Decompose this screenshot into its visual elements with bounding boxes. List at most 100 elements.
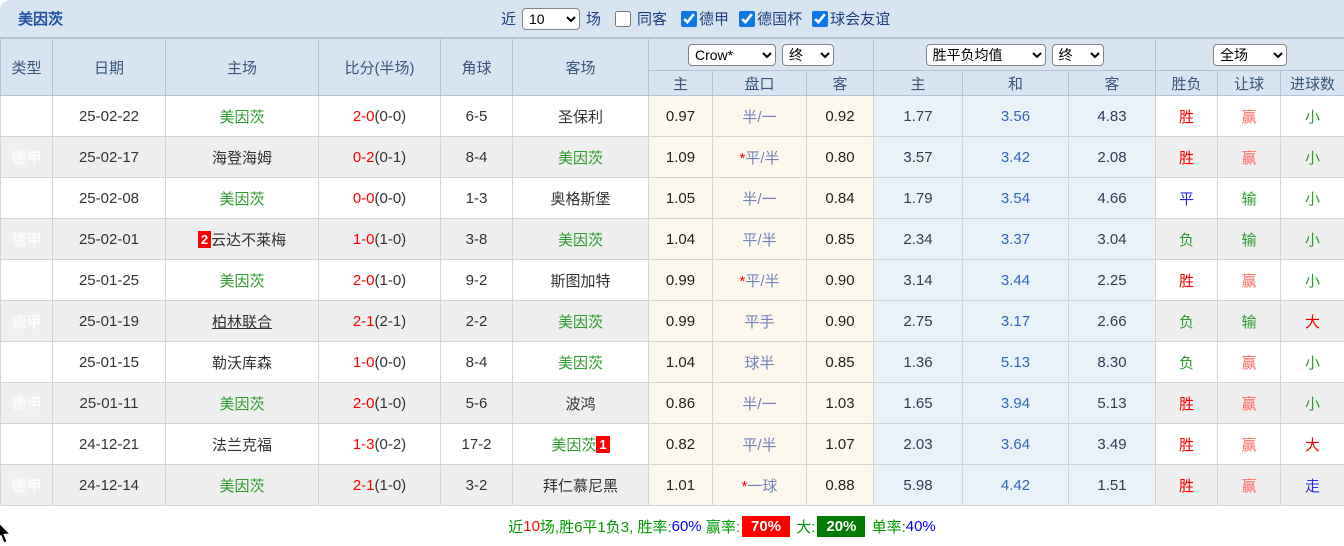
mouse-cursor-icon: [0, 523, 12, 544]
avg-home-cell: 2.03: [873, 423, 963, 465]
league-type-cell: 德甲: [0, 341, 53, 383]
home-team-link[interactable]: 美因茨: [219, 109, 264, 126]
bookmaker-stage-select[interactable]: 终: [782, 43, 834, 66]
handicap-cell: 半/一: [712, 95, 807, 137]
fulltime-score: 2-1: [352, 476, 375, 494]
away-team-link[interactable]: 斯图加特: [550, 273, 610, 290]
subcol-wdl: 胜负: [1155, 70, 1219, 96]
home-team-link[interactable]: 勒沃库森: [212, 355, 272, 372]
halftime-score: (2-1): [374, 312, 407, 330]
handicap-cell: 平手: [712, 300, 807, 342]
home-team-link[interactable]: 云达不莱梅: [211, 232, 286, 249]
score-cell: 0-2(0-1): [318, 136, 441, 178]
away-team-cell: 美因茨: [512, 218, 649, 260]
home-team-cell: 勒沃库森: [165, 341, 319, 383]
date-cell: 24-12-14: [52, 464, 166, 506]
away-team-link[interactable]: 美因茨: [558, 314, 603, 331]
subcol-goals: 进球数: [1280, 70, 1344, 96]
handicap-cell: 平/半: [712, 423, 807, 465]
away-team-link[interactable]: 美因茨: [551, 437, 596, 454]
same-away-label: 同客: [637, 11, 668, 28]
away-team-link[interactable]: 奥格斯堡: [550, 191, 610, 208]
avg-away-cell: 1.51: [1067, 464, 1157, 506]
result-handicap-cell: 赢: [1217, 259, 1282, 301]
league-type-cell: 德甲: [0, 300, 53, 342]
handicap-value: 平/半: [745, 149, 780, 167]
home-team-link[interactable]: 美因茨: [219, 273, 264, 290]
away-team-link[interactable]: 美因茨: [558, 355, 603, 372]
avg-stage-select[interactable]: 终: [1051, 43, 1104, 66]
away-odds-cell: 1.07: [806, 423, 874, 465]
filter-bar: 近 10 场 同客 德甲 德国杯 球会友谊: [497, 0, 890, 37]
league-checkbox-0[interactable]: [681, 10, 698, 27]
league-type-cell: 德甲: [0, 95, 53, 137]
result-goals-cell: 小: [1280, 341, 1344, 383]
recent-count-select[interactable]: 10: [522, 7, 581, 30]
col-header-away: 客场: [512, 38, 649, 96]
subcol-avg-home: 主: [873, 70, 963, 96]
league-checkbox-1[interactable]: [739, 10, 756, 27]
avg-home-cell: 5.98: [873, 464, 963, 506]
away-team-link[interactable]: 美因茨: [558, 232, 603, 249]
result-wdl-cell: 胜: [1155, 423, 1219, 465]
avg-home-cell: 1.65: [873, 382, 963, 424]
result-group-header: 全场: [1155, 38, 1344, 71]
fulltime-score: 2-1: [352, 312, 375, 330]
away-team-link[interactable]: 美因茨: [558, 150, 603, 167]
away-team-cell: 美因茨 1: [512, 423, 649, 465]
corner-cell: 6-5: [440, 95, 513, 137]
halftime-score: (0-1): [374, 148, 407, 166]
bookmaker-select[interactable]: Crow*: [688, 43, 776, 66]
away-odds-cell: 0.88: [806, 464, 874, 506]
result-goals-cell: 小: [1280, 382, 1344, 424]
handicap-value: 平/半: [745, 272, 780, 290]
away-odds-cell: 0.85: [806, 341, 874, 383]
result-wdl-cell: 胜: [1155, 259, 1219, 301]
away-team-link[interactable]: 拜仁慕尼黑: [543, 478, 618, 495]
same-away-checkbox[interactable]: [615, 10, 632, 27]
home-team-link[interactable]: 法兰克福: [212, 437, 272, 454]
result-handicap-cell: 赢: [1217, 136, 1282, 178]
near-label: 近: [501, 11, 517, 28]
league-checkbox-2[interactable]: [812, 10, 829, 27]
handicap-value: 半/一: [742, 190, 777, 208]
handicap-value: 半/一: [742, 395, 777, 413]
date-cell: 25-02-17: [52, 136, 166, 178]
score-cell: 1-0(1-0): [318, 218, 441, 260]
avg-away-cell: 2.25: [1067, 259, 1157, 301]
away-team-link[interactable]: 圣保利: [558, 109, 603, 126]
handicap-cell: *平/半: [712, 259, 807, 301]
result-wdl-cell: 负: [1155, 300, 1219, 342]
fulltime-score: 1-3: [352, 435, 375, 453]
avg-draw-cell: 5.13: [962, 341, 1069, 383]
league-type-cell: 德甲: [0, 177, 53, 219]
avg-home-cell: 1.79: [873, 177, 963, 219]
halftime-score: (0-2): [374, 435, 407, 453]
date-cell: 25-02-08: [52, 177, 166, 219]
home-team-cell: 美因茨: [165, 259, 319, 301]
summary-segment: 60%: [671, 518, 702, 535]
handicap-value: 平/半: [742, 436, 777, 454]
home-team-link[interactable]: 美因茨: [219, 396, 264, 413]
home-team-cell: 海登海姆: [165, 136, 319, 178]
score-cell: 0-0(0-0): [318, 177, 441, 219]
home-odds-cell: 1.05: [648, 177, 713, 219]
avg-type-select[interactable]: 胜平负均值: [925, 43, 1046, 66]
away-team-cell: 奥格斯堡: [512, 177, 649, 219]
odds-group-header: Crow* 终: [648, 38, 874, 71]
halftime-score: (0-0): [374, 353, 407, 371]
summary-segment: 胜率:: [637, 519, 672, 536]
avg-draw-cell: 3.64: [962, 423, 1069, 465]
scope-select[interactable]: 全场: [1213, 43, 1288, 66]
home-team-link[interactable]: 柏林联合: [212, 314, 272, 331]
away-team-link[interactable]: 波鸿: [565, 396, 595, 413]
handicap-value: 平/半: [742, 231, 777, 249]
result-wdl-cell: 胜: [1155, 95, 1219, 137]
handicap-cell: 球半: [712, 341, 807, 383]
score-cell: 2-0(0-0): [318, 95, 441, 137]
home-team-link[interactable]: 美因茨: [219, 478, 264, 495]
home-team-link[interactable]: 海登海姆: [212, 150, 272, 167]
home-team-link[interactable]: 美因茨: [219, 191, 264, 208]
fulltime-score: 2-0: [352, 394, 375, 412]
away-team-cell: 圣保利: [512, 95, 649, 137]
